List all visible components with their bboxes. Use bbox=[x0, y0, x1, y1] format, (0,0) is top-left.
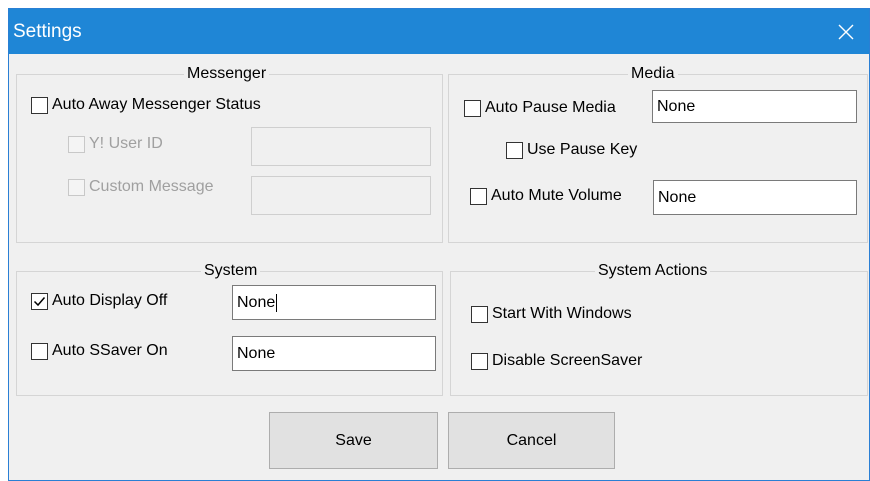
disable-screensaver-checkbox[interactable]: Disable ScreenSaver bbox=[471, 352, 642, 370]
user-id-label: Y! User ID bbox=[89, 135, 163, 152]
auto-away-checkbox-box[interactable] bbox=[31, 96, 48, 114]
auto-mute-volume-checkbox[interactable]: Auto Mute Volume bbox=[470, 187, 622, 205]
auto-display-off-field[interactable]: None bbox=[232, 285, 436, 320]
auto-display-off-label: Auto Display Off bbox=[52, 292, 168, 309]
user-id-checkbox-box[interactable] bbox=[68, 135, 85, 153]
auto-pause-media-value: None bbox=[657, 97, 696, 115]
settings-window: Settings Messenger Auto Away Messenger S… bbox=[8, 8, 870, 481]
messenger-legend: Messenger bbox=[184, 65, 270, 83]
auto-ssaver-on-field[interactable]: None bbox=[232, 336, 436, 371]
auto-mute-volume-label: Auto Mute Volume bbox=[491, 187, 622, 204]
auto-ssaver-on-checkbox-box[interactable] bbox=[31, 342, 48, 360]
start-with-windows-checkbox-box[interactable] bbox=[471, 305, 488, 323]
auto-ssaver-on-label: Auto SSaver On bbox=[52, 342, 168, 359]
user-id-field[interactable] bbox=[251, 127, 431, 166]
cancel-button[interactable]: Cancel bbox=[448, 412, 615, 469]
use-pause-key-checkbox-box[interactable] bbox=[506, 141, 523, 159]
auto-display-off-checkbox[interactable]: Auto Display Off bbox=[31, 292, 167, 310]
custom-message-checkbox-box[interactable] bbox=[68, 178, 85, 196]
user-id-checkbox[interactable]: Y! User ID bbox=[68, 135, 163, 153]
auto-away-label: Auto Away Messenger Status bbox=[52, 96, 261, 113]
auto-ssaver-on-checkbox[interactable]: Auto SSaver On bbox=[31, 342, 168, 360]
system-actions-legend: System Actions bbox=[595, 262, 711, 280]
media-legend: Media bbox=[628, 65, 678, 83]
disable-screensaver-label: Disable ScreenSaver bbox=[492, 352, 643, 369]
system-actions-group: System Actions Start With Windows Disabl… bbox=[450, 262, 868, 396]
checkmark-icon bbox=[33, 296, 46, 306]
auto-display-off-value: None bbox=[237, 293, 276, 311]
auto-pause-media-field[interactable]: None bbox=[652, 90, 857, 123]
auto-pause-media-checkbox-box[interactable] bbox=[464, 99, 481, 117]
auto-away-checkbox[interactable]: Auto Away Messenger Status bbox=[31, 96, 261, 114]
save-button[interactable]: Save bbox=[269, 412, 438, 469]
close-button[interactable] bbox=[823, 9, 869, 54]
system-group: System Auto Display Off None Auto SSaver… bbox=[16, 262, 443, 396]
use-pause-key-checkbox[interactable]: Use Pause Key bbox=[506, 141, 637, 159]
start-with-windows-checkbox[interactable]: Start With Windows bbox=[471, 305, 632, 323]
disable-screensaver-checkbox-box[interactable] bbox=[471, 352, 488, 370]
system-legend: System bbox=[201, 262, 261, 280]
auto-mute-volume-field[interactable]: None bbox=[653, 180, 857, 215]
title-bar[interactable]: Settings bbox=[9, 9, 869, 54]
auto-ssaver-on-value: None bbox=[237, 344, 276, 362]
messenger-group: Messenger Auto Away Messenger Status Y! … bbox=[16, 65, 443, 243]
window-title: Settings bbox=[13, 21, 82, 42]
auto-mute-volume-value: None bbox=[658, 188, 697, 206]
auto-pause-media-label: Auto Pause Media bbox=[485, 99, 616, 116]
custom-message-checkbox[interactable]: Custom Message bbox=[68, 178, 214, 196]
close-icon bbox=[838, 24, 854, 39]
start-with-windows-label: Start With Windows bbox=[492, 305, 632, 322]
auto-pause-media-checkbox[interactable]: Auto Pause Media bbox=[464, 99, 616, 117]
media-group: Media Auto Pause Media None Use Pause Ke… bbox=[448, 65, 868, 243]
use-pause-key-label: Use Pause Key bbox=[527, 141, 638, 158]
custom-message-label: Custom Message bbox=[89, 178, 214, 195]
custom-message-field[interactable] bbox=[251, 176, 431, 215]
auto-mute-volume-checkbox-box[interactable] bbox=[470, 187, 487, 205]
auto-display-off-checkbox-box[interactable] bbox=[31, 292, 48, 310]
text-caret bbox=[276, 293, 278, 312]
